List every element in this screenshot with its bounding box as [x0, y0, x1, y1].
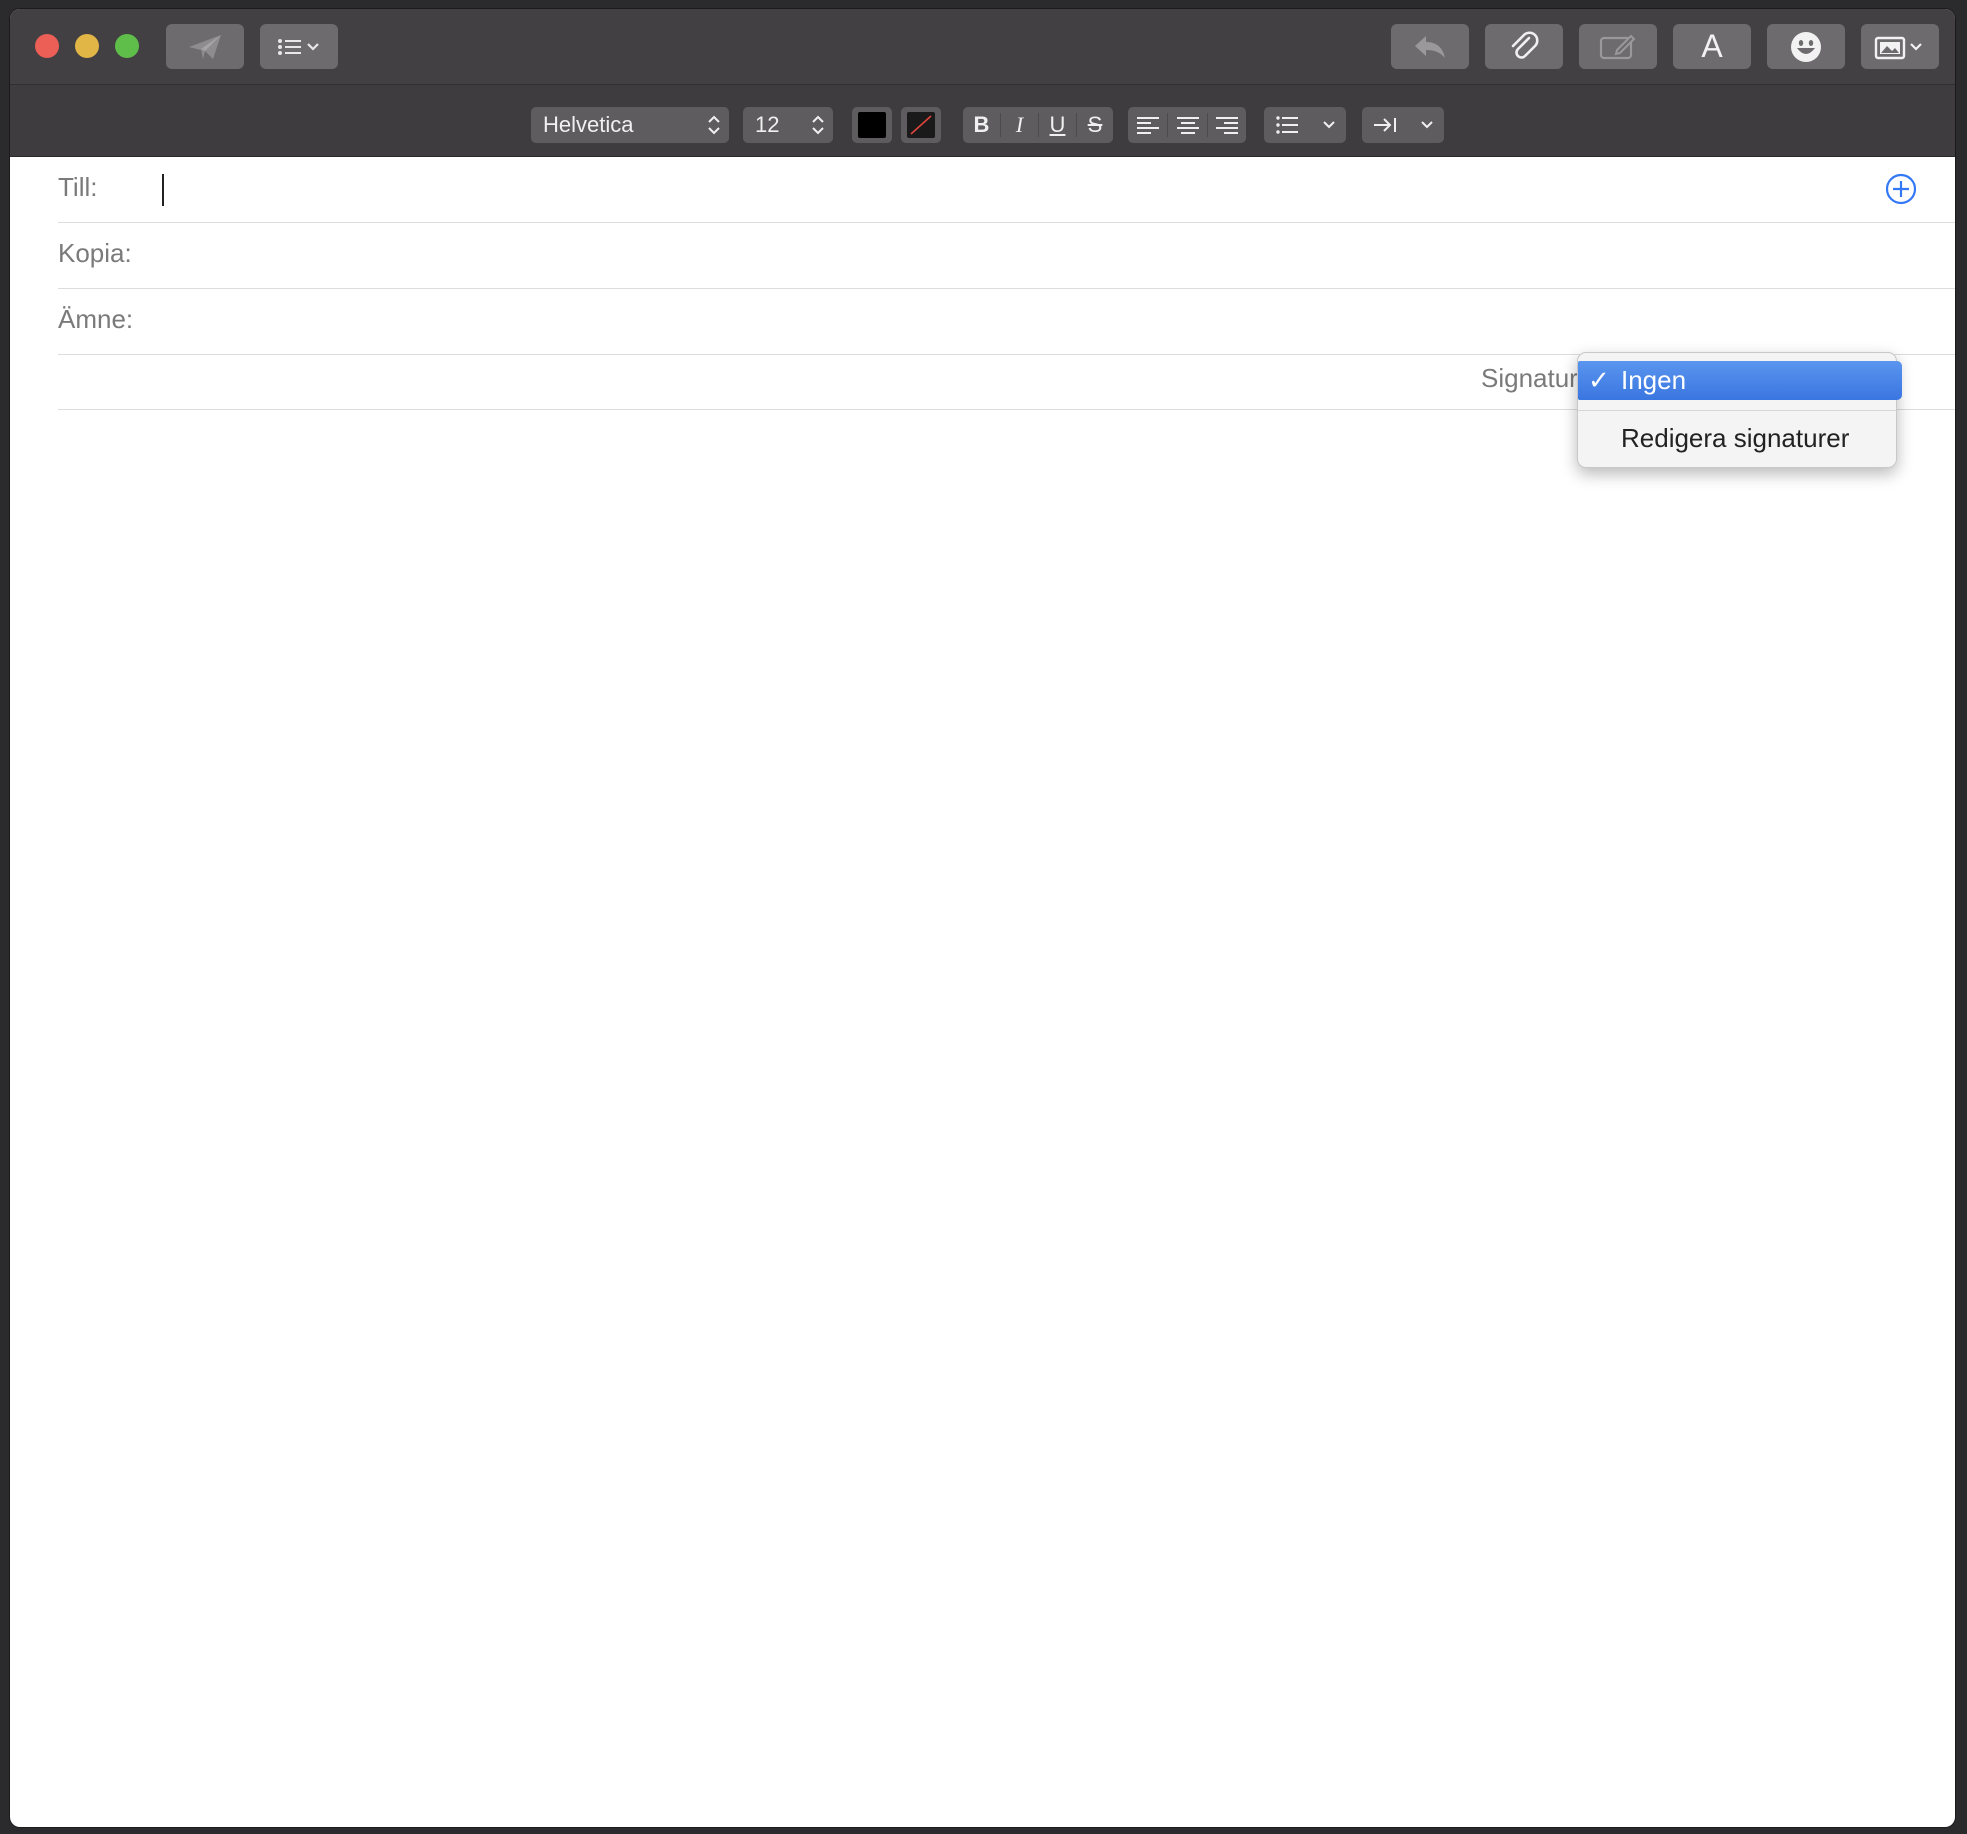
chevron-down-icon — [1323, 121, 1335, 129]
fonts-button-label: A — [1701, 28, 1723, 64]
font-family-value: Helvetica — [543, 112, 634, 137]
smiley-icon — [1791, 31, 1821, 62]
font-family-select[interactable]: Helvetica — [531, 107, 729, 143]
text-color-swatch — [858, 112, 886, 138]
to-field-row: Till: — [58, 156, 1955, 223]
close-window-button[interactable] — [35, 34, 59, 58]
bulleted-list-icon — [1276, 116, 1298, 134]
alignment-group — [1128, 107, 1246, 143]
photo-browser-button[interactable] — [1861, 24, 1939, 69]
reply-button[interactable] — [1391, 24, 1469, 69]
align-right-icon — [1216, 117, 1238, 134]
italic-button[interactable]: I — [1001, 107, 1038, 143]
to-input[interactable] — [168, 156, 1875, 222]
send-button[interactable] — [166, 24, 244, 69]
header-fields-menu-button[interactable] — [260, 24, 338, 69]
markup-icon — [1599, 34, 1636, 59]
align-right-button[interactable] — [1208, 107, 1246, 143]
minimize-window-button[interactable] — [75, 34, 99, 58]
zoom-window-button[interactable] — [115, 34, 139, 58]
add-contact-icon[interactable] — [1885, 173, 1917, 205]
list-style-select[interactable] — [1264, 107, 1346, 143]
attach-button[interactable] — [1485, 24, 1563, 69]
message-body[interactable] — [58, 411, 1955, 1827]
cc-field-row: Kopia: — [58, 222, 1955, 289]
markup-button[interactable] — [1579, 24, 1657, 69]
signature-label: Signatur — [1481, 363, 1578, 393]
align-left-icon — [1136, 117, 1159, 134]
font-size-value: 12 — [755, 112, 780, 137]
subject-label: Ämne: — [58, 304, 134, 334]
bold-button[interactable]: B — [963, 107, 1000, 143]
text-style-group: B I U S — [963, 107, 1113, 143]
mail-compose-window: A Helvetica 12 B I U S Till: Kopia: Ämne… — [10, 9, 1955, 1827]
cc-input[interactable] — [188, 222, 1935, 288]
no-background-color-icon — [907, 112, 935, 138]
stepper-arrows-icon — [812, 115, 824, 135]
emoji-button[interactable] — [1767, 24, 1845, 69]
text-caret — [162, 174, 164, 206]
title-bar: A — [10, 9, 1955, 85]
to-label: Till: — [58, 172, 98, 202]
subject-field-row: Ämne: — [58, 288, 1955, 355]
align-center-button[interactable] — [1168, 107, 1207, 143]
chevron-down-icon — [1421, 121, 1433, 129]
strikethrough-button[interactable]: S — [1077, 107, 1113, 143]
indent-icon — [1374, 118, 1396, 132]
text-color-button[interactable] — [852, 107, 892, 143]
indent-select[interactable] — [1362, 107, 1444, 143]
reply-arrow-icon — [1415, 35, 1445, 58]
list-dropdown-icon — [278, 38, 319, 55]
paperclip-icon — [1511, 30, 1539, 59]
photo-browser-icon — [1874, 36, 1922, 59]
align-center-icon — [1176, 117, 1199, 134]
paper-plane-icon — [189, 34, 221, 59]
signature-option-none[interactable]: ✓ Ingen — [1578, 361, 1902, 400]
checkmark-icon: ✓ — [1588, 365, 1610, 395]
subject-input[interactable] — [188, 288, 1935, 354]
align-left-button[interactable] — [1128, 107, 1167, 143]
format-bar: Helvetica 12 B I U S — [10, 85, 1955, 157]
cc-label: Kopia: — [58, 238, 132, 268]
background-color-button[interactable] — [901, 107, 941, 143]
fonts-button[interactable]: A — [1673, 24, 1751, 69]
font-size-select[interactable]: 12 — [743, 107, 833, 143]
underline-button[interactable]: U — [1039, 107, 1076, 143]
signature-option-label: Ingen — [1621, 365, 1687, 395]
stepper-arrows-icon — [708, 115, 720, 135]
